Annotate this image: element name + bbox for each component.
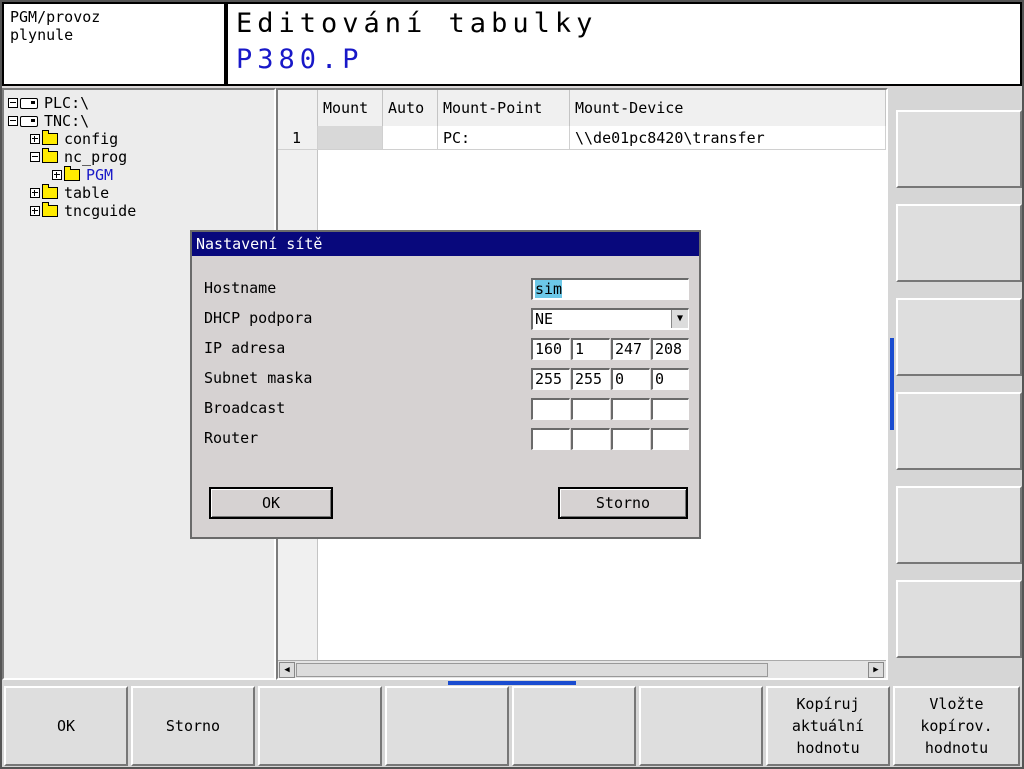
folder-icon [42, 148, 58, 163]
cell-auto[interactable] [383, 126, 438, 150]
dialog-ok-button[interactable]: OK [209, 487, 333, 519]
column-header-mount[interactable]: Mount [318, 90, 383, 126]
softkey-ok[interactable]: OK [4, 686, 128, 766]
softkey-cancel[interactable]: Storno [131, 686, 255, 766]
tree-item-label: PLC:\ [44, 94, 90, 112]
vertical-softkey-2[interactable] [896, 204, 1022, 282]
horizontal-scrollbar[interactable]: ◀ ▶ [278, 660, 886, 678]
tree-item-label: table [64, 184, 110, 202]
tree-item-config[interactable]: config [30, 130, 118, 148]
scrollbar-thumb[interactable] [296, 663, 768, 677]
network-settings-dialog: Nastavení sítě Hostname sim DHCP podpora… [190, 230, 701, 539]
softkey-page-indicator [890, 338, 894, 430]
column-header-mount-point[interactable]: Mount-Point [438, 90, 570, 126]
row-number: 1 [278, 126, 318, 150]
dialog-cancel-button[interactable]: Storno [558, 487, 688, 519]
folder-icon [42, 184, 58, 199]
router-label: Router [204, 429, 259, 447]
router-octet-2[interactable] [571, 428, 610, 450]
dhcp-label: DHCP podpora [204, 309, 313, 327]
softkey-empty-4[interactable] [385, 686, 509, 766]
broadcast-octet-1[interactable] [531, 398, 570, 420]
vertical-softkey-5[interactable] [896, 486, 1022, 564]
tree-item-nc-prog[interactable]: nc_prog [30, 148, 127, 166]
column-header-auto[interactable]: Auto [383, 90, 438, 126]
broadcast-octet-3[interactable] [611, 398, 650, 420]
row-header-corner [278, 90, 318, 126]
tree-item-label: tncguide [64, 202, 137, 220]
tree-item-label: nc_prog [64, 148, 128, 166]
tree-item-table[interactable]: table [30, 184, 109, 202]
collapse-icon[interactable] [8, 116, 18, 126]
page-title: Editování tabulky [236, 8, 598, 39]
vertical-softkey-1[interactable] [896, 110, 1022, 188]
column-header-mount-device[interactable]: Mount-Device [570, 90, 886, 126]
folder-icon [42, 202, 58, 217]
subnet-label: Subnet maska [204, 369, 313, 387]
collapse-icon[interactable] [30, 152, 40, 162]
broadcast-octet-4[interactable] [651, 398, 689, 420]
ip-octet-4[interactable]: 208 [651, 338, 689, 360]
softkey-page-indicator [448, 681, 576, 685]
tree-item-pgm[interactable]: PGM [52, 166, 113, 184]
ip-label: IP adresa [204, 339, 286, 357]
scroll-left-icon[interactable]: ◀ [279, 662, 295, 678]
softkey-copy-value[interactable]: Kopíruj aktuální hodnotu [766, 686, 890, 766]
vertical-softkey-4[interactable] [896, 392, 1022, 470]
expand-icon[interactable] [30, 206, 40, 216]
dialog-title: Nastavení sítě [192, 232, 699, 256]
vertical-softkey-bar [888, 88, 1022, 680]
ip-octet-2[interactable]: 1 [571, 338, 610, 360]
softkey-empty-3[interactable] [258, 686, 382, 766]
dhcp-select[interactable]: NE ▼ [531, 308, 689, 330]
cell-mount-device[interactable]: \\de01pc8420\transfer [570, 126, 886, 150]
ip-octet-3[interactable]: 247 [611, 338, 650, 360]
softkey-paste-value[interactable]: Vložte kopírov. hodnotu [893, 686, 1020, 766]
expand-icon[interactable] [30, 134, 40, 144]
subnet-octet-4[interactable]: 0 [651, 368, 689, 390]
subnet-octet-3[interactable]: 0 [611, 368, 650, 390]
expand-icon[interactable] [30, 188, 40, 198]
dhcp-value: NE [535, 310, 554, 328]
ip-octet-1[interactable]: 160 [531, 338, 570, 360]
router-octet-3[interactable] [611, 428, 650, 450]
router-octet-1[interactable] [531, 428, 570, 450]
dropdown-arrow-icon[interactable]: ▼ [671, 310, 688, 328]
cell-mount[interactable] [318, 126, 383, 150]
collapse-icon[interactable] [8, 98, 18, 108]
broadcast-label: Broadcast [204, 399, 286, 417]
operating-mode-box: PGM/provoz plynule [2, 2, 226, 86]
drive-icon [20, 115, 38, 127]
mode-line-2: plynule [10, 26, 74, 44]
tree-item-label: TNC:\ [44, 112, 90, 130]
file-name: P380.P [236, 44, 364, 75]
title-box: Editování tabulky P380.P [226, 2, 1022, 86]
tree-item-tncguide[interactable]: tncguide [30, 202, 136, 220]
mode-line-1: PGM/provoz [10, 8, 101, 26]
softkey-empty-6[interactable] [639, 686, 763, 766]
expand-icon[interactable] [52, 170, 62, 180]
tree-item-tnc[interactable]: TNC:\ [8, 112, 89, 130]
vertical-softkey-6[interactable] [896, 580, 1022, 658]
cell-mount-point[interactable]: PC: [438, 126, 570, 150]
tree-item-label-selected: PGM [86, 166, 114, 184]
router-octet-4[interactable] [651, 428, 689, 450]
folder-icon [42, 130, 58, 145]
vertical-softkey-3[interactable] [896, 298, 1022, 376]
horizontal-softkey-bar: OK Storno Kopíruj aktuální hodnotu Vložt… [2, 680, 1022, 767]
hostname-field[interactable]: sim [531, 278, 689, 300]
open-folder-icon [64, 166, 80, 181]
subnet-octet-1[interactable]: 255 [531, 368, 570, 390]
tree-item-plc[interactable]: PLC:\ [8, 94, 89, 112]
hostname-label: Hostname [204, 279, 277, 297]
subnet-octet-2[interactable]: 255 [571, 368, 610, 390]
softkey-empty-5[interactable] [512, 686, 636, 766]
broadcast-octet-2[interactable] [571, 398, 610, 420]
hostname-value: sim [535, 280, 563, 298]
scroll-right-icon[interactable]: ▶ [868, 662, 884, 678]
drive-icon [20, 97, 38, 109]
tree-item-label: config [64, 130, 119, 148]
